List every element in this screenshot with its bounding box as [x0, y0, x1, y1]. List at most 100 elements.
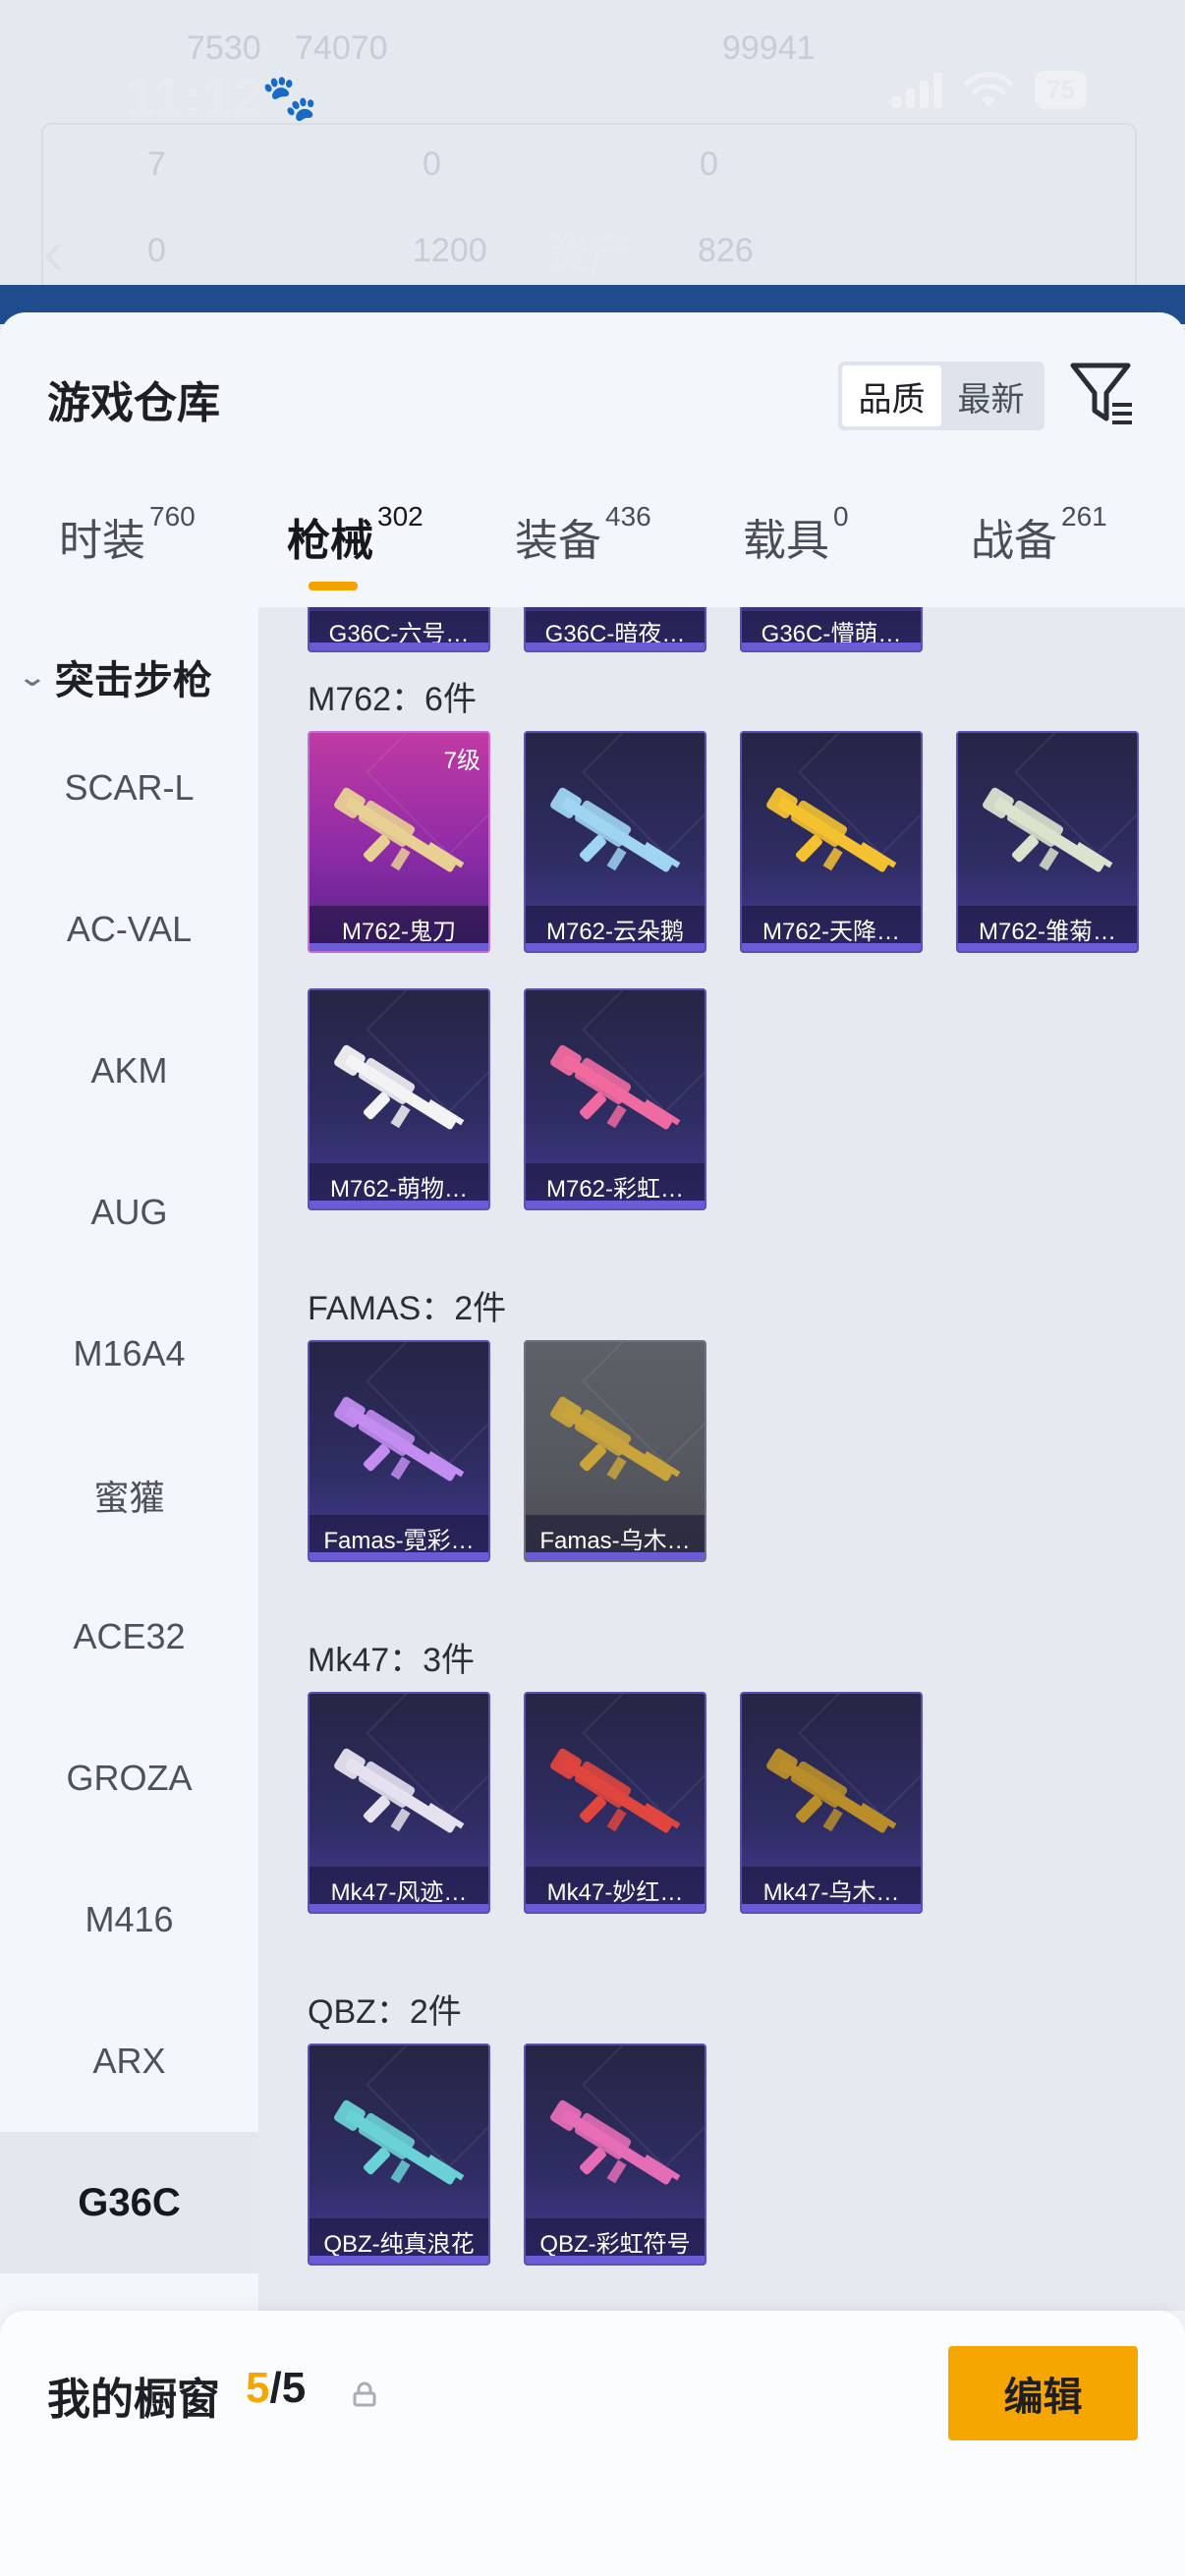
- weapon-card[interactable]: Mk47-风迹…: [308, 1692, 490, 1914]
- tab-label: 载具: [743, 517, 829, 565]
- weapon-card[interactable]: G36C-暗夜…: [524, 607, 706, 652]
- sidebar-item-ace32[interactable]: ACE32: [0, 1566, 258, 1708]
- card-quality-bar: [310, 1201, 488, 1208]
- card-quality-bar: [742, 1904, 921, 1912]
- showcase-bar: 我的橱窗 5/5 编辑: [0, 2311, 1185, 2576]
- bg-number: 74070: [295, 29, 388, 67]
- back-chevron-icon[interactable]: ‹: [43, 218, 64, 288]
- gun-image: [334, 2100, 465, 2185]
- sidebar-item-ac-val[interactable]: AC-VAL: [0, 859, 258, 1000]
- gun-image: [983, 787, 1113, 872]
- gun-image: [550, 1044, 681, 1130]
- sidebar-item-m416[interactable]: M416: [0, 1849, 258, 1990]
- showcase-count: 5/5: [246, 2364, 306, 2413]
- card-quality-bar: [526, 643, 705, 650]
- weapon-card[interactable]: M762-天降…: [740, 731, 923, 953]
- card-quality-bar: [958, 943, 1137, 951]
- bg-number: 0: [423, 145, 441, 183]
- tab-supplies[interactable]: 战备261: [971, 501, 1107, 568]
- card-quality-bar: [526, 1552, 705, 1560]
- weapon-card[interactable]: G36C-六号…: [308, 607, 490, 652]
- gun-image: [550, 787, 681, 872]
- tab-count: 261: [1061, 501, 1107, 532]
- tab-count: 760: [149, 501, 196, 532]
- weapon-card[interactable]: Famas-乌木…: [524, 1340, 706, 1562]
- weapon-card[interactable]: M762-彩虹…: [524, 988, 706, 1210]
- weapon-type-sidebar: ⌄ 突击步枪 SCAR-L AC-VAL AKM AUG M16A4 蜜獾 AC…: [0, 607, 258, 2277]
- card-quality-bar: [310, 1904, 488, 1912]
- sidebar-item-scar-l[interactable]: SCAR-L: [0, 717, 258, 859]
- gun-image: [766, 1748, 897, 1833]
- sidebar-item-g36c[interactable]: G36C: [0, 2132, 258, 2273]
- showcase-current: 5: [246, 2364, 270, 2412]
- gun-image: [550, 1748, 681, 1833]
- gun-image: [334, 1396, 465, 1482]
- weapon-card[interactable]: M762-雏菊…: [956, 731, 1139, 953]
- gun-image: [550, 2100, 681, 2185]
- weapon-card[interactable]: G36C-懵萌…: [740, 607, 923, 652]
- tab-count: 302: [377, 501, 423, 532]
- background-page: 7530 74070 99941 7 0 0 0 1200 826 11:12 …: [0, 0, 1185, 324]
- card-quality-bar: [526, 943, 705, 951]
- background-title: 资产: [546, 230, 633, 278]
- tab-outfits[interactable]: 时装760: [59, 501, 196, 568]
- weapon-card[interactable]: M762-萌物…: [308, 988, 490, 1210]
- card-quality-bar: [310, 643, 488, 650]
- tab-count: 436: [605, 501, 651, 532]
- sidebar-item-m16a4[interactable]: M16A4: [0, 1283, 258, 1425]
- tab-label: 枪械: [287, 517, 373, 565]
- card-quality-bar: [742, 643, 921, 650]
- gun-image: [334, 787, 465, 872]
- group-title: QBZ：2件: [308, 1993, 462, 2031]
- tab-vehicles[interactable]: 载具0: [743, 501, 849, 568]
- bg-number: 826: [698, 232, 754, 269]
- card-quality-bar: [742, 943, 921, 951]
- weapon-card[interactable]: QBZ-纯真浪花: [308, 2044, 490, 2266]
- lock-icon: [352, 2381, 377, 2407]
- tab-label: 装备: [515, 517, 601, 565]
- active-tab-indicator: [309, 582, 358, 590]
- gun-image: [334, 1044, 465, 1130]
- bg-number: 0: [147, 232, 166, 269]
- weapon-card[interactable]: Famas-霓彩…: [308, 1340, 490, 1562]
- sort-quality[interactable]: 品质: [842, 365, 941, 426]
- weapon-card[interactable]: Mk47-妙红…: [524, 1692, 706, 1914]
- gun-image: [334, 1748, 465, 1833]
- inventory-sheet: 游戏仓库 品质 最新 时装760 枪械302 装备436 载具0 战备261 ⌄…: [0, 312, 1185, 2576]
- weapon-card[interactable]: M762-云朵鹅: [524, 731, 706, 953]
- bg-number: 0: [700, 145, 718, 183]
- weapon-card[interactable]: M762-鬼刀 7级: [308, 731, 490, 953]
- wifi-icon: [964, 71, 1013, 109]
- tab-equipment[interactable]: 装备436: [515, 501, 651, 568]
- bg-number: 7530: [187, 29, 261, 67]
- weapon-card[interactable]: QBZ-彩虹符号: [524, 2044, 706, 2266]
- tab-label: 战备: [971, 517, 1057, 565]
- bg-number: 7: [147, 145, 166, 183]
- status-icons: 75: [892, 71, 1087, 109]
- sidebar-group-assault-rifles[interactable]: ⌄ 突击步枪: [18, 648, 212, 705]
- showcase-total: /5: [269, 2364, 307, 2412]
- card-quality-bar: [310, 2256, 488, 2264]
- weapon-grid: G36C-六号… G36C-暗夜… G36C-懵萌… M762：6件 M762-鬼刀 7级…: [258, 607, 1185, 2311]
- tab-guns[interactable]: 枪械302: [287, 501, 423, 568]
- card-quality-bar: [310, 943, 488, 951]
- sidebar-item-groza[interactable]: GROZA: [0, 1708, 258, 1849]
- showcase-label: 我的橱窗: [47, 2376, 220, 2424]
- filter-icon[interactable]: [1069, 358, 1136, 428]
- sort-newest[interactable]: 最新: [941, 365, 1041, 426]
- weapon-card[interactable]: Mk47-乌木…: [740, 1692, 923, 1914]
- category-tabs: 时装760 枪械302 装备436 载具0 战备261: [0, 487, 1185, 595]
- edit-button[interactable]: 编辑: [948, 2346, 1138, 2440]
- card-quality-bar: [526, 1201, 705, 1208]
- sidebar-item-akm[interactable]: AKM: [0, 1000, 258, 1142]
- card-quality-bar: [526, 2256, 705, 2264]
- group-title: Mk47：3件: [308, 1642, 476, 1679]
- chevron-down-icon: ⌄: [17, 661, 48, 692]
- sidebar-item-arx[interactable]: ARX: [0, 1990, 258, 2132]
- sidebar-item-honey-badger[interactable]: 蜜獾: [0, 1425, 258, 1566]
- bg-number: 1200: [413, 232, 487, 269]
- card-quality-bar: [526, 1904, 705, 1912]
- sidebar-item-aug[interactable]: AUG: [0, 1142, 258, 1283]
- sidebar-group-label: 突击步枪: [54, 659, 212, 702]
- gun-image: [766, 787, 897, 872]
